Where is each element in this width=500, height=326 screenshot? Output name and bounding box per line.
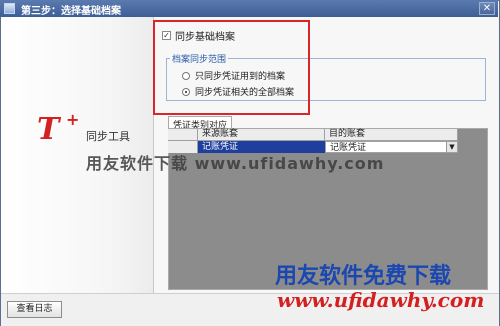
watermark-middle: 用友软件下载 www.ufidawhy.com xyxy=(86,154,385,173)
grid-header-gutter xyxy=(168,129,198,140)
watermark-big: 用友软件免费下载 xyxy=(275,264,452,289)
title-bar: 第三步：选择基础档案 ✕ xyxy=(0,0,498,17)
logo-caption: 同步工具 xyxy=(86,130,130,143)
col-source-account: 来源账套 xyxy=(198,129,325,140)
chevron-down-icon[interactable]: ▼ xyxy=(446,142,457,152)
logo-plus-mark: + xyxy=(66,110,80,129)
highlight-frame xyxy=(153,20,310,115)
grid-header: 来源账套 目的账套 xyxy=(168,129,458,141)
close-button[interactable]: ✕ xyxy=(479,2,495,15)
view-log-button[interactable]: 查看日志 xyxy=(7,301,62,318)
t-plus-logo: T xyxy=(37,112,59,147)
window-title: 第三步：选择基础档案 xyxy=(21,6,121,17)
col-target-account: 目的账套 xyxy=(325,129,458,140)
app-icon xyxy=(4,3,15,14)
watermark-url: www.ufidawhy.com xyxy=(277,288,485,312)
